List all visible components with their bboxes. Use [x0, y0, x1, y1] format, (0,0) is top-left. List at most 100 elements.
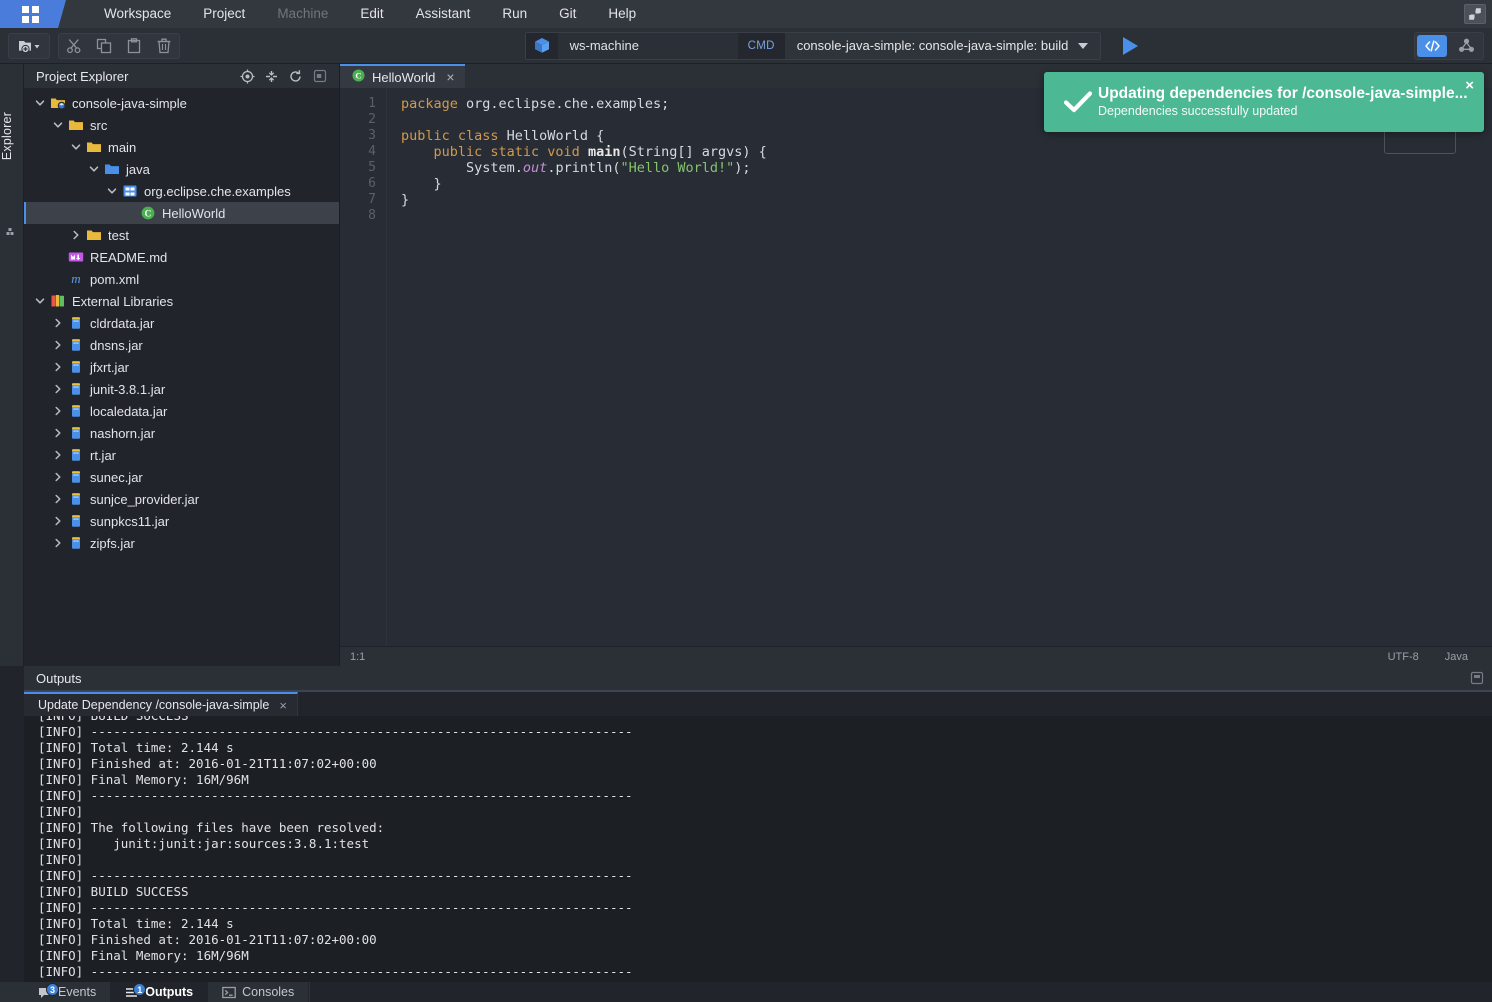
tree-node-src[interactable]: src [24, 114, 339, 136]
chevron-right-icon[interactable] [50, 384, 66, 394]
notification-toast[interactable]: Updating dependencies for /console-java-… [1044, 72, 1484, 132]
che-logo[interactable] [0, 0, 72, 28]
tree-node-junit-3-8-1-jar[interactable]: junit-3.8.1.jar [24, 378, 339, 400]
tree-node-localedata-jar[interactable]: localedata.jar [24, 400, 339, 422]
maximize-icon[interactable] [1464, 4, 1486, 24]
outputs-header: Outputs [24, 666, 1492, 692]
project-explorer-panel: Project Explorer console-java-simple src… [24, 64, 340, 666]
paste-icon[interactable] [119, 34, 149, 58]
scissors-icon[interactable] [59, 34, 89, 58]
markdown-icon [66, 249, 86, 265]
tree-node-org-eclipse-che-examples[interactable]: org.eclipse.che.examples [24, 180, 339, 202]
chevron-down-icon[interactable] [104, 186, 120, 196]
chevron-right-icon[interactable] [50, 538, 66, 548]
molecule-icon[interactable] [1451, 35, 1481, 57]
editor-status-bar: 1:1 UTF-8 Java [340, 646, 1492, 666]
tree-node-label: External Libraries [72, 293, 174, 309]
menu-item-help[interactable]: Help [592, 0, 652, 28]
tree-node-zipfs-jar[interactable]: zipfs.jar [24, 532, 339, 554]
tree-node-console-java-simple[interactable]: console-java-simple [24, 92, 339, 114]
tree-node-test[interactable]: test [24, 224, 339, 246]
tree-node-nashorn-jar[interactable]: nashorn.jar [24, 422, 339, 444]
tree-node-jfxrt-jar[interactable]: jfxrt.jar [24, 356, 339, 378]
tree-node-label: localedata.jar [90, 403, 168, 419]
chevron-right-icon[interactable] [50, 406, 66, 416]
chevron-down-icon[interactable] [86, 164, 102, 174]
bottom-tab-outputs[interactable]: 1 Outputs [111, 982, 209, 1002]
chevron-right-icon[interactable] [50, 516, 66, 526]
menu-item-assistant[interactable]: Assistant [400, 0, 487, 28]
tree-node-rt-jar[interactable]: rt.jar [24, 444, 339, 466]
java-class-icon: C [352, 69, 365, 85]
copy-icon[interactable] [89, 34, 119, 58]
editor-tab-helloworld[interactable]: C HelloWorld × [340, 64, 465, 88]
line-number: 3 [368, 128, 376, 143]
chevron-down-icon[interactable] [32, 296, 48, 306]
chevron-right-icon[interactable] [50, 340, 66, 350]
libraries-icon [48, 293, 68, 309]
menu-item-git[interactable]: Git [543, 0, 592, 28]
chevron-right-icon[interactable] [50, 428, 66, 438]
chevron-down-icon[interactable] [68, 142, 84, 152]
menu-item-workspace[interactable]: Workspace [88, 0, 187, 28]
menu-item-edit[interactable]: Edit [344, 0, 399, 28]
chevron-down-icon[interactable] [32, 98, 48, 108]
tree-node-readme-md[interactable]: README.md [24, 246, 339, 268]
machine-command-bar: ws-machine CMD console-java-simple: cons… [524, 31, 1148, 60]
tree-node-pom-xml[interactable]: m pom.xml [24, 268, 339, 290]
tree-node-label: sunec.jar [90, 469, 143, 485]
new-file-icon[interactable] [9, 34, 49, 58]
menu-item-run[interactable]: Run [486, 0, 543, 28]
tree-node-label: main [108, 139, 137, 155]
code-editor[interactable]: 12345678 package org.eclipse.che.example… [340, 88, 1492, 646]
toolbar: ws-machine CMD console-java-simple: cons… [0, 28, 1492, 64]
tree-node-sunec-jar[interactable]: sunec.jar [24, 466, 339, 488]
chevron-right-icon[interactable] [68, 230, 84, 240]
tree-node-external-libraries[interactable]: External Libraries [24, 290, 339, 312]
chevron-right-icon[interactable] [50, 472, 66, 482]
chevron-right-icon[interactable] [50, 362, 66, 372]
chevron-right-icon[interactable] [50, 318, 66, 328]
tree-node-label: sunpkcs11.jar [90, 513, 170, 529]
chevron-right-icon[interactable] [50, 450, 66, 460]
tree-node-sunpkcs11-jar[interactable]: sunpkcs11.jar [24, 510, 339, 532]
line-number: 6 [368, 176, 376, 191]
refresh-icon[interactable] [288, 69, 303, 84]
tree-node-main[interactable]: main [24, 136, 339, 158]
machine-selector[interactable]: ws-machine CMD console-java-simple: cons… [524, 31, 1102, 60]
code-content[interactable]: package org.eclipse.che.examples; public… [386, 88, 1492, 646]
language-label: Java [1444, 650, 1468, 663]
code-token: public static void [401, 144, 588, 160]
svg-text:m: m [71, 271, 80, 286]
menu-item-project[interactable]: Project [187, 0, 261, 28]
output-tab[interactable]: Update Dependency /console-java-simple × [24, 692, 298, 716]
tree-node-label: zipfs.jar [90, 535, 135, 551]
close-icon[interactable]: × [1465, 78, 1474, 93]
command-dropdown[interactable]: console-java-simple: console-java-simple… [784, 32, 1101, 59]
run-button[interactable] [1113, 32, 1147, 60]
check-icon [1058, 90, 1098, 114]
rail-tab-explorer[interactable]: Explorer [0, 106, 24, 166]
java-class-icon: C [138, 205, 158, 221]
tree-node-java[interactable]: java [24, 158, 339, 180]
locate-icon[interactable] [240, 69, 255, 84]
tree-node-dnsns-jar[interactable]: dnsns.jar [24, 334, 339, 356]
trash-icon[interactable] [149, 34, 179, 58]
panel-toggle-icon[interactable] [6, 224, 18, 236]
bottom-tab-events[interactable]: 3 Events [24, 982, 112, 1002]
console-output[interactable]: [INFO] BUILD SUCCESS[INFO] -------------… [24, 716, 1492, 982]
chevron-down-icon[interactable] [50, 120, 66, 130]
close-icon[interactable]: × [446, 69, 454, 85]
tree-node-helloworld[interactable]: C HelloWorld [24, 202, 339, 224]
bottom-tab-consoles[interactable]: Consoles [208, 982, 310, 1002]
bottombar-filler [309, 982, 1492, 1002]
tree-node-cldrdata-jar[interactable]: cldrdata.jar [24, 312, 339, 334]
minimize-panel-icon[interactable] [312, 69, 327, 84]
encoding-label: UTF-8 [1387, 650, 1419, 663]
collapse-all-icon[interactable] [264, 69, 279, 84]
close-icon[interactable]: × [279, 698, 287, 713]
tree-node-sunjce-provider-jar[interactable]: sunjce_provider.jar [24, 488, 339, 510]
maximize-panel-icon[interactable] [1469, 671, 1484, 686]
chevron-right-icon[interactable] [50, 494, 66, 504]
code-brackets-icon[interactable] [1417, 34, 1447, 57]
